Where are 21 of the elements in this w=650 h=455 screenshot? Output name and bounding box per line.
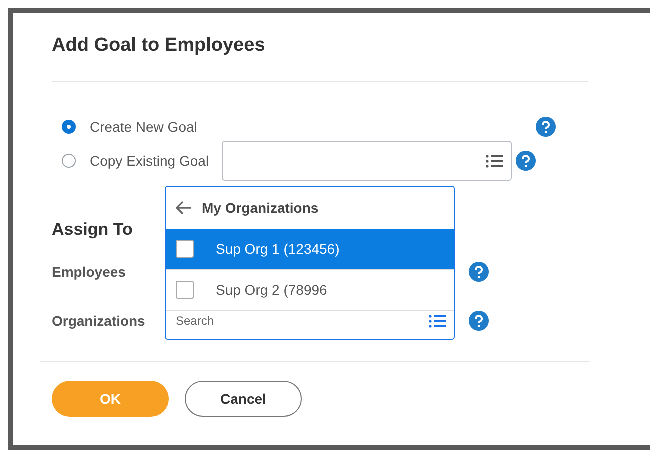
section-heading: Assign To [52,220,134,240]
field-label: Organizations [52,313,146,329]
dropdown-item[interactable]: Sup Org 1 (123456) [166,229,454,270]
checkbox[interactable] [176,281,194,299]
radio-button[interactable] [62,120,76,134]
help-icon[interactable] [469,311,489,331]
list-icon[interactable] [486,154,503,168]
goal-field[interactable] [222,141,512,181]
help-icon[interactable] [516,151,536,171]
help-icon[interactable] [536,117,556,137]
dropdown-title: My Organizations [202,200,319,216]
option-label: Copy Existing Goal [90,153,210,169]
help-icon[interactable] [469,262,489,282]
checkbox[interactable] [176,240,194,258]
dialog-title: Add Goal to Employees [52,35,266,58]
cancel-button[interactable]: Cancel [185,381,302,417]
list-icon[interactable] [429,314,446,328]
back-arrow-icon[interactable] [176,201,192,215]
radio-button[interactable] [62,154,76,168]
option-label: Create New Goal [90,119,198,135]
field-label: Employees [52,264,127,280]
